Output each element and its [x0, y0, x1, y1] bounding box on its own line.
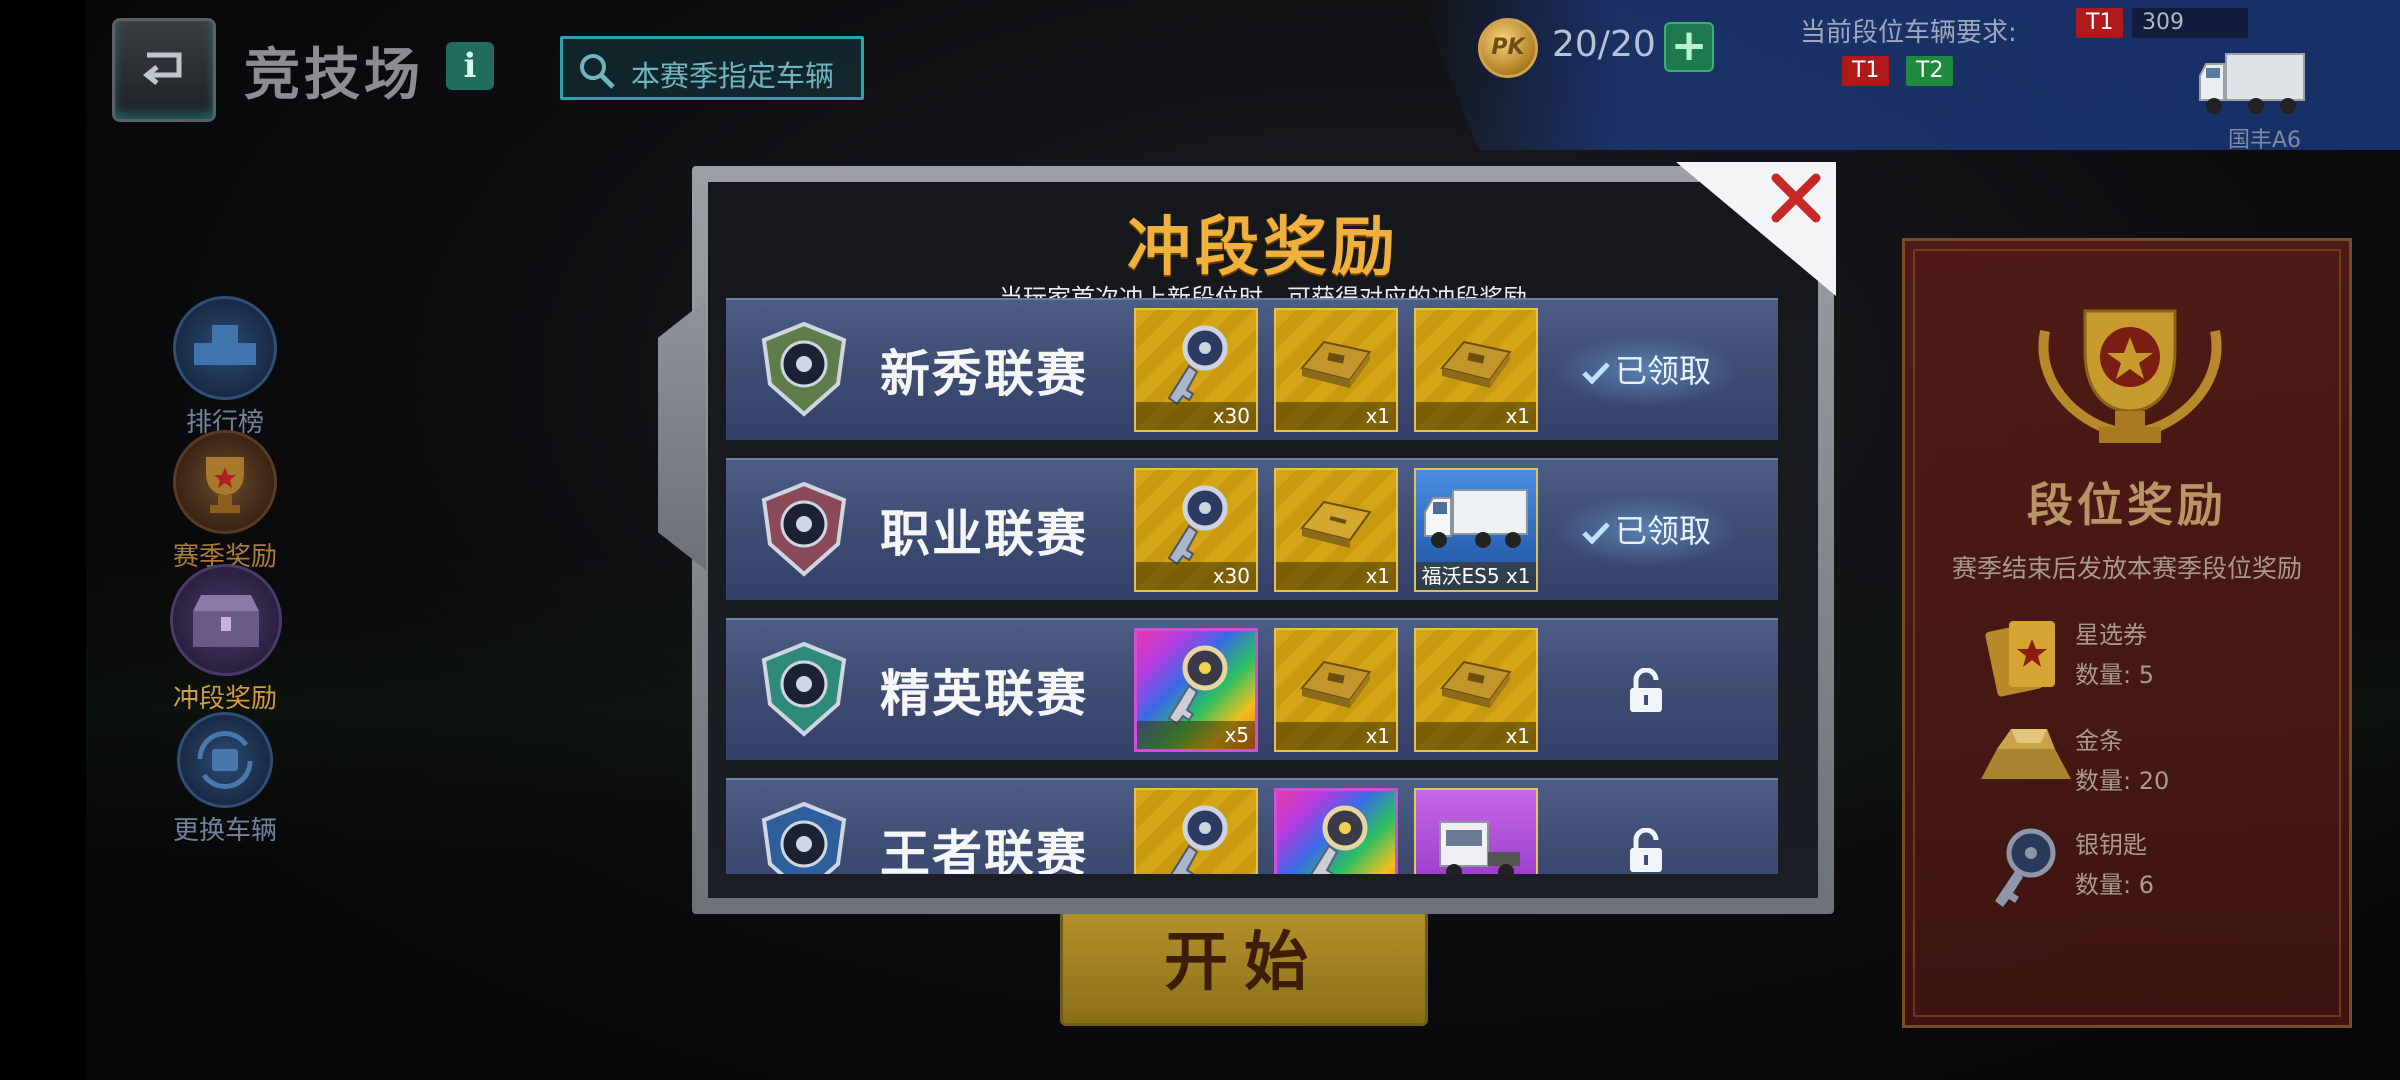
- claimed-status: 已领取: [1556, 496, 1736, 566]
- reward-quantity: x30: [1136, 562, 1256, 590]
- reward-slot-silver-key[interactable]: x30: [1134, 468, 1258, 592]
- reward-quantity: x1: [1416, 722, 1536, 750]
- tier-badge-icon: [761, 641, 847, 737]
- reward-slot-rainbow-key[interactable]: x5: [1134, 628, 1258, 752]
- silver-key-icon: [1167, 325, 1228, 406]
- rainbow-key-icon: [1310, 805, 1368, 874]
- claimed-label: 已领取: [1614, 512, 1711, 550]
- gold-bar-icon: [1440, 340, 1512, 388]
- tier-list[interactable]: 新秀联赛 x30 x1 x1 已领取 职业联赛 x30 x1 福沃ES5 x1 已领取 精英联赛 x5…: [0, 0, 2400, 874]
- reward-slot-rainbow-key[interactable]: [1274, 788, 1398, 874]
- tier-row: 精英联赛 x5 x1 x1: [726, 618, 1778, 760]
- reward-slot-truck[interactable]: 福沃ES5 x1: [1414, 468, 1538, 592]
- tier-name: 新秀联赛: [880, 345, 1088, 403]
- reward-slot-silver-key[interactable]: [1134, 788, 1258, 874]
- reward-quantity: x1: [1276, 562, 1396, 590]
- reward-slot-ticket[interactable]: x1: [1274, 468, 1398, 592]
- tier-name: 职业联赛: [880, 505, 1088, 563]
- reward-slot-gold-bar[interactable]: x1: [1414, 628, 1538, 752]
- reward-quantity: x1: [1276, 722, 1396, 750]
- silver-key-icon: [1170, 805, 1228, 874]
- tier-name: 王者联赛: [880, 825, 1088, 874]
- claimed-status: 已领取: [1556, 336, 1736, 406]
- checkmark-icon: [1582, 362, 1610, 385]
- claimed-label: 已领取: [1614, 352, 1711, 390]
- tier-badge-icon: [761, 321, 847, 417]
- reward-slot-gold-bar[interactable]: x1: [1414, 308, 1538, 432]
- reward-quantity: 福沃ES5 x1: [1416, 562, 1536, 590]
- reward-quantity: x1: [1276, 402, 1396, 430]
- tier-row: 王者联赛: [726, 778, 1778, 874]
- gold-bar-icon: [1300, 340, 1372, 388]
- lock-icon: [1630, 668, 1662, 712]
- reward-quantity: x1: [1416, 402, 1536, 430]
- gold-bar-icon: [1440, 660, 1512, 708]
- reward-slot-gold-bar[interactable]: x1: [1274, 308, 1398, 432]
- checkmark-icon: [1582, 522, 1610, 545]
- tractor-truck-icon: [1439, 821, 1520, 874]
- tier-badge-icon: [761, 481, 847, 577]
- gold-bar-icon: [1300, 660, 1372, 708]
- reward-slot-gold-bar[interactable]: x1: [1274, 628, 1398, 752]
- reward-quantity: x5: [1137, 721, 1255, 749]
- lock-icon: [1630, 828, 1662, 872]
- tier-badge-icon: [761, 801, 847, 874]
- truck-icon: [1424, 489, 1528, 549]
- tier-name: 精英联赛: [880, 665, 1088, 723]
- tier-row: 新秀联赛 x30 x1 x1 已领取: [726, 298, 1778, 440]
- reward-quantity: x30: [1136, 402, 1256, 430]
- ticket-icon: [1300, 500, 1372, 548]
- silver-key-icon: [1167, 485, 1228, 566]
- reward-slot-truck-purple[interactable]: [1414, 788, 1538, 874]
- rainbow-key-icon: [1167, 645, 1228, 726]
- reward-slot-silver-key[interactable]: x30: [1134, 308, 1258, 432]
- tier-row: 职业联赛 x30 x1 福沃ES5 x1 已领取: [726, 458, 1778, 600]
- start-button[interactable]: 开始: [1060, 902, 1428, 1026]
